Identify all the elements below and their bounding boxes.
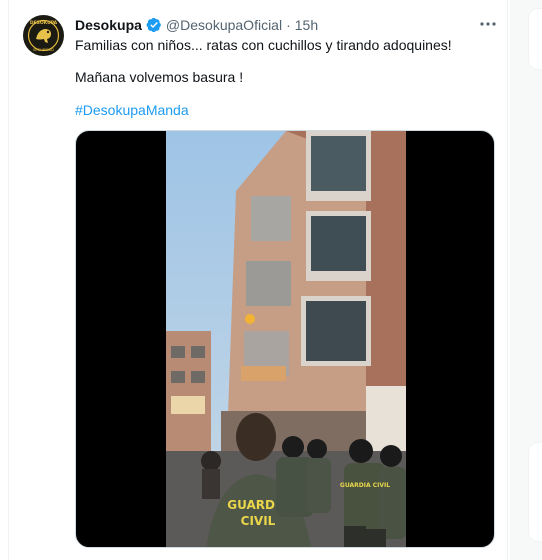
right-sidebar-card <box>528 442 542 542</box>
vest-text: CIVIL <box>241 514 276 528</box>
video-player[interactable]: GUARDIA CIVIL GUARDIA CIVIL <box>75 130 495 548</box>
display-name[interactable]: Desokupa <box>75 17 142 33</box>
small-vest-text: GUARDIA CIVIL <box>340 482 390 489</box>
avatar[interactable]: DESOKUPA SEGURIDAD <box>23 15 64 56</box>
right-sidebar-card <box>528 8 542 70</box>
more-options-icon <box>480 22 496 26</box>
avatar-logo-subtext: SEGURIDAD <box>33 48 54 52</box>
tweet-text-line: Familias con niños... ratas con cuchillo… <box>75 37 452 53</box>
video-scene-image: GUARDIA CIVIL GUARDIA CIVIL <box>166 131 406 547</box>
desokupa-logo-icon: DESOKUPA SEGURIDAD <box>23 15 64 56</box>
verified-badge-icon <box>146 17 161 33</box>
tweet-card[interactable]: DESOKUPA SEGURIDAD Desokupa @DesokupaOfi… <box>8 0 508 560</box>
avatar-logo-text: DESOKUPA <box>30 20 58 26</box>
separator-dot: · <box>286 17 291 33</box>
hashtag-link[interactable]: #DesokupaManda <box>75 102 189 118</box>
more-options-button[interactable] <box>477 14 499 34</box>
tweet-text-line: Mañana volvemos basura ! <box>75 69 244 85</box>
tweet-header: Desokupa @DesokupaOficial · 15h <box>75 15 318 35</box>
video-frame: GUARDIA CIVIL GUARDIA CIVIL <box>166 131 406 547</box>
timestamp[interactable]: 15h <box>295 17 318 33</box>
user-handle[interactable]: @DesokupaOficial <box>166 17 282 33</box>
